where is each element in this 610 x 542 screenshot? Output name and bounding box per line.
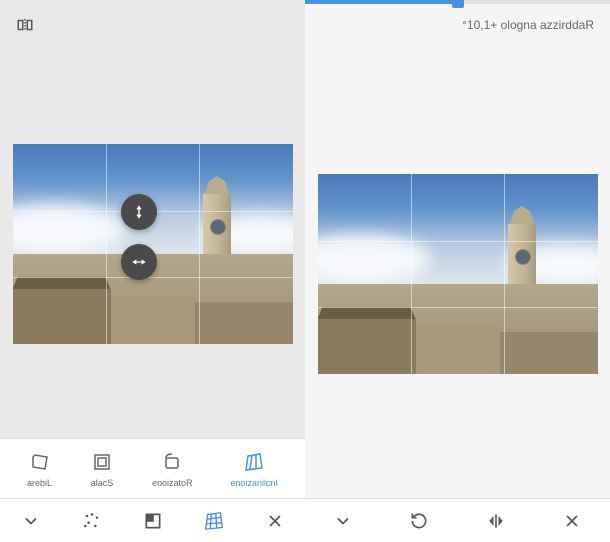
left-top-bar [0,0,305,50]
straighten-slider[interactable] [305,0,610,4]
rotation-icon [160,450,184,474]
grid-line [318,241,598,242]
left-bottom-bar [0,498,305,542]
horizontal-drag-handle[interactable] [121,244,157,280]
crop-tool-row: Libera Scala Rotazione Inclinazione [0,438,305,498]
collapse-button[interactable] [325,503,361,539]
close-button[interactable] [554,503,590,539]
left-image-area [0,50,305,438]
right-panel: Raddrizza angolo +1,01° [305,0,610,542]
collapse-button[interactable] [13,503,49,539]
grid-line [318,307,598,308]
tool-scala[interactable]: Scala [90,450,114,488]
grid-line [504,174,505,374]
tool-inclinazione[interactable]: Inclinazione [230,450,278,488]
vertical-drag-handle[interactable] [121,194,157,230]
tool-label: Libera [27,478,52,488]
tool-rotazione[interactable]: Rotazione [152,450,193,488]
rotate-button[interactable] [401,503,437,539]
flip-button[interactable] [478,503,514,539]
perspective-button[interactable] [196,503,232,539]
tool-libera[interactable]: Libera [27,450,52,488]
left-panel: Libera Scala Rotazione Inclinazione [0,0,305,542]
mirror-icon[interactable] [16,16,34,34]
right-bottom-bar [305,498,610,542]
tool-label: Scala [91,478,114,488]
slider-thumb[interactable] [452,0,464,8]
grid-line [411,174,412,374]
tool-label: Inclinazione [230,478,278,488]
photo-preview-left[interactable] [13,144,293,344]
aspect-button[interactable] [135,503,171,539]
magic-button[interactable] [74,503,110,539]
tool-label: Rotazione [152,478,193,488]
right-top-bar: Raddrizza angolo +1,01° [305,0,610,50]
right-image-area [305,50,610,498]
grid-line [199,144,200,344]
scale-icon [90,450,114,474]
close-button[interactable] [257,503,293,539]
grid-line [13,277,293,278]
grid-line [106,144,107,344]
straighten-angle-label: Raddrizza angolo +1,01° [462,18,594,32]
free-crop-icon [28,450,52,474]
photo-preview-right[interactable] [318,174,598,374]
skew-icon [242,450,266,474]
